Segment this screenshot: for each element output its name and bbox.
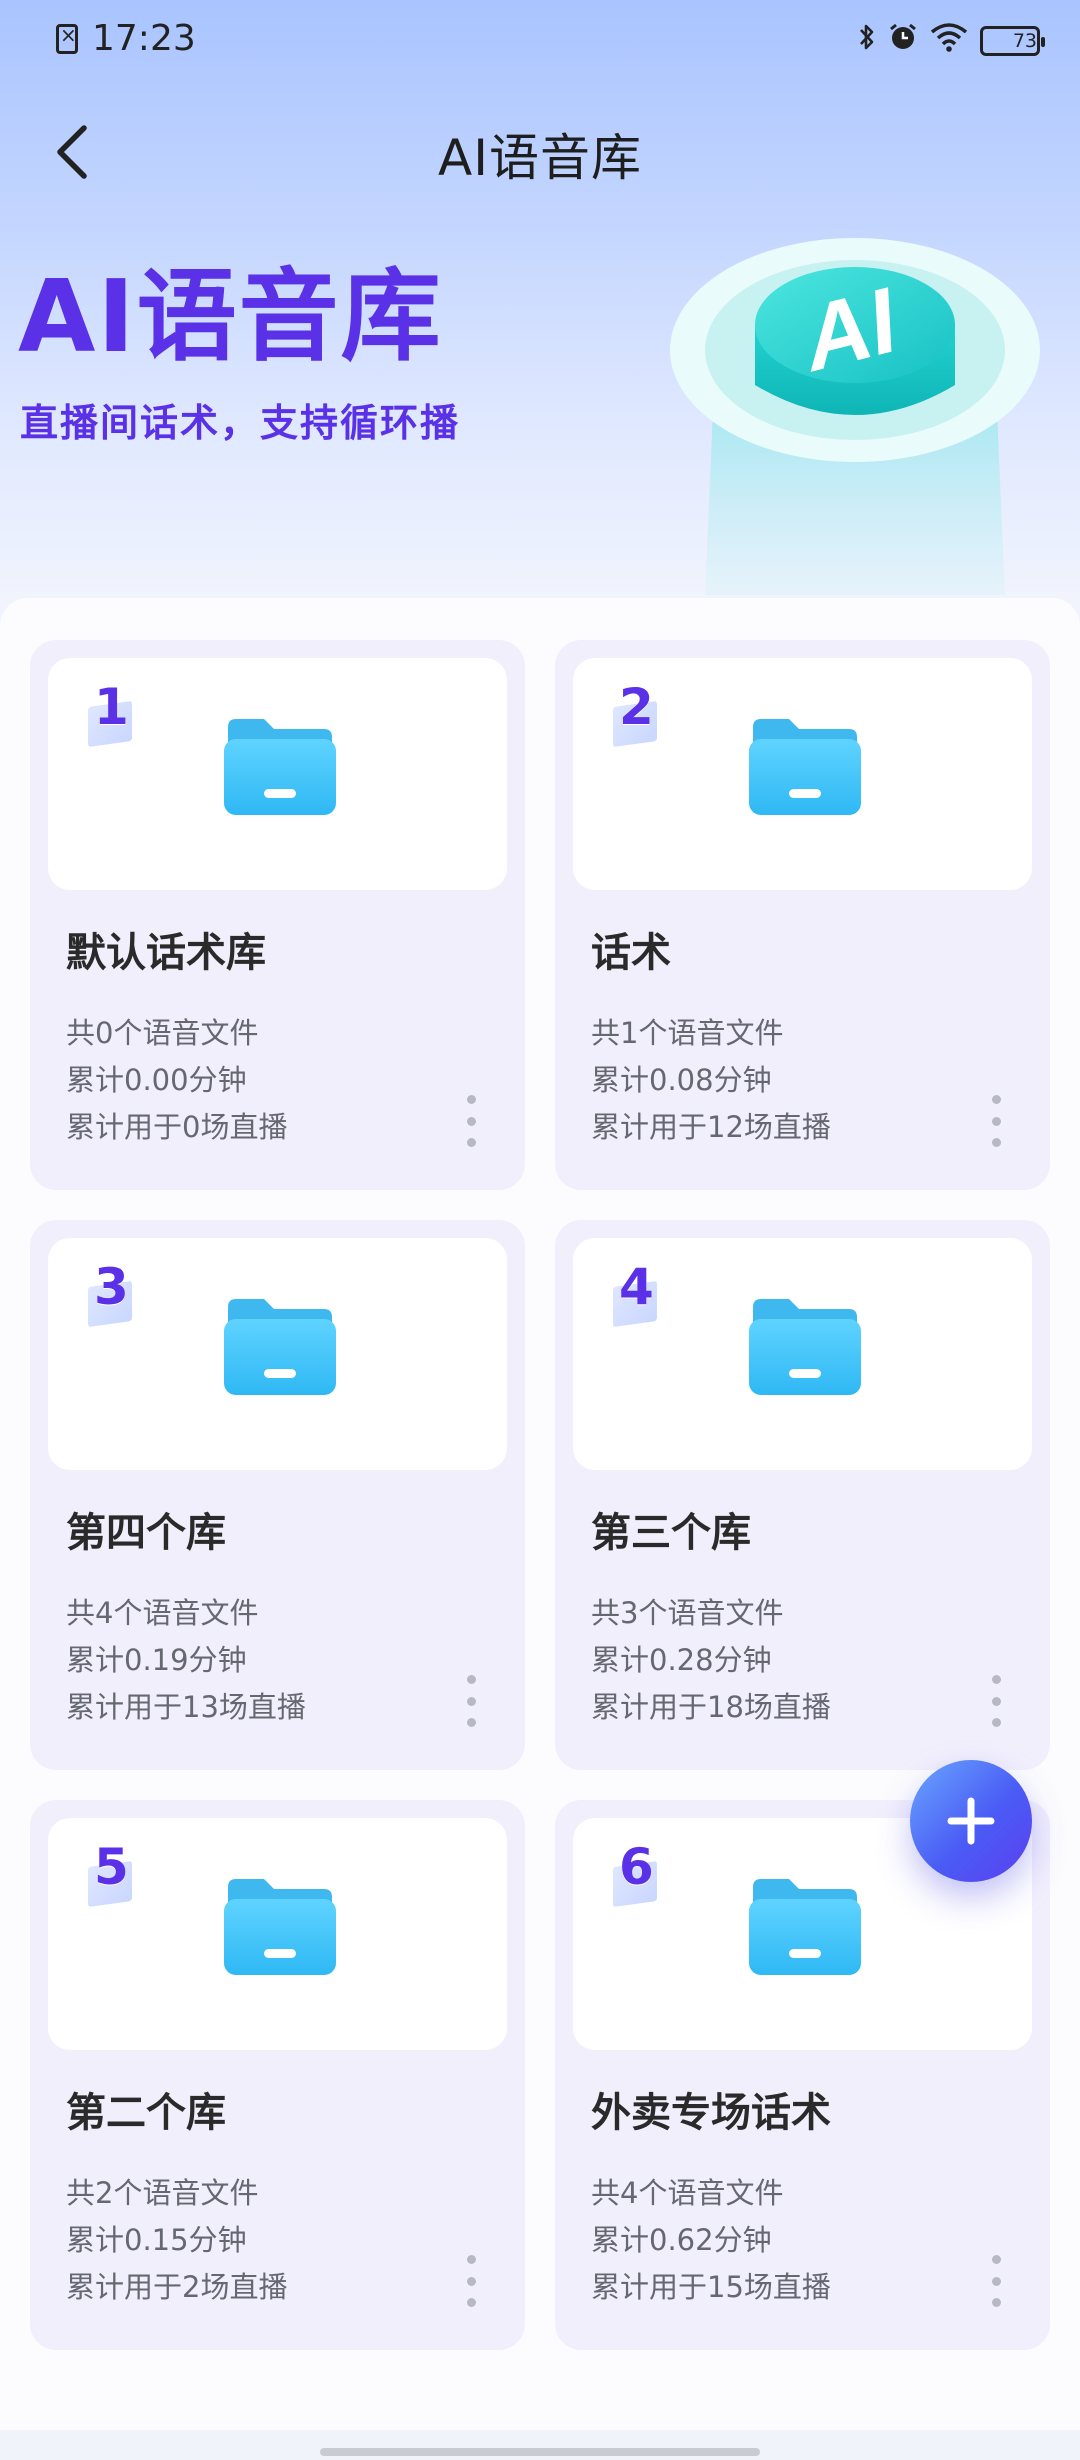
more-options-icon[interactable]	[461, 2255, 481, 2307]
file-count: 共4个语音文件	[591, 2176, 784, 2210]
library-card[interactable]: 2 话术 共1个语音文件 累计0.08分钟 累计用于12场直播	[555, 640, 1050, 1190]
total-duration: 累计0.15分钟	[66, 2223, 247, 2257]
folder-icon	[224, 1879, 336, 1975]
file-count: 共1个语音文件	[591, 1016, 784, 1050]
card-number-tag: 2	[613, 670, 657, 748]
card-thumbnail: 5	[48, 1818, 507, 2050]
library-card[interactable]: 4 第三个库 共3个语音文件 累计0.28分钟 累计用于18场直播	[555, 1220, 1050, 1770]
card-number-tag: 4	[613, 1250, 657, 1328]
bluetooth-icon	[858, 22, 876, 60]
more-options-icon[interactable]	[461, 1675, 481, 1727]
usage-count: 累计用于0场直播	[66, 1110, 288, 1144]
folder-icon	[224, 719, 336, 815]
total-duration: 累计0.19分钟	[66, 1643, 247, 1677]
battery-level: 73	[1012, 30, 1037, 52]
card-number: 1	[94, 678, 129, 736]
status-left: 17:23	[56, 18, 196, 59]
folder-icon	[749, 719, 861, 815]
card-number-tag: 1	[88, 670, 132, 748]
library-name: 外卖专场话术	[591, 2090, 831, 2136]
total-duration: 累计0.28分钟	[591, 1643, 772, 1677]
library-name: 话术	[591, 930, 671, 976]
usage-count: 累计用于15场直播	[591, 2270, 831, 2304]
card-number: 4	[619, 1258, 654, 1316]
card-number: 5	[94, 1838, 129, 1896]
status-time: 17:23	[92, 18, 196, 59]
total-duration: 累计0.08分钟	[591, 1063, 772, 1097]
card-thumbnail: 3	[48, 1238, 507, 1470]
library-card[interactable]: 6 外卖专场话术 共4个语音文件 累计0.62分钟 累计用于15场直播	[555, 1800, 1050, 2350]
total-duration: 累计0.00分钟	[66, 1063, 247, 1097]
card-number-tag: 5	[88, 1830, 132, 1908]
library-name: 默认话术库	[66, 930, 266, 976]
hero-subtitle: 直播间话术，支持循环播	[20, 401, 461, 445]
add-library-button[interactable]	[910, 1760, 1032, 1882]
ai-badge-illustration: AI	[645, 215, 1065, 595]
battery-indicator: 73	[980, 26, 1045, 56]
card-number: 2	[619, 678, 654, 736]
library-grid: 1 默认话术库 共0个语音文件 累计0.00分钟 累计用于0场直播 2 话术 共…	[30, 640, 1050, 2350]
nav-bar: AI语音库	[0, 100, 1080, 205]
more-options-icon[interactable]	[461, 1095, 481, 1147]
file-count: 共3个语音文件	[591, 1596, 784, 1630]
folder-icon	[749, 1879, 861, 1975]
folder-icon	[749, 1299, 861, 1395]
library-card[interactable]: 1 默认话术库 共0个语音文件 累计0.00分钟 累计用于0场直播	[30, 640, 525, 1190]
no-sim-icon	[56, 23, 78, 54]
status-right: 73	[858, 22, 1045, 60]
usage-count: 累计用于2场直播	[66, 2270, 288, 2304]
card-number: 6	[619, 1838, 654, 1896]
usage-count: 累计用于12场直播	[591, 1110, 831, 1144]
usage-count: 累计用于18场直播	[591, 1690, 831, 1724]
library-name: 第四个库	[66, 1510, 226, 1556]
library-card[interactable]: 5 第二个库 共2个语音文件 累计0.15分钟 累计用于2场直播	[30, 1800, 525, 2350]
library-card[interactable]: 3 第四个库 共4个语音文件 累计0.19分钟 累计用于13场直播	[30, 1220, 525, 1770]
card-number-tag: 6	[613, 1830, 657, 1908]
card-thumbnail: 1	[48, 658, 507, 890]
card-number-tag: 3	[88, 1250, 132, 1328]
wifi-icon	[930, 22, 968, 60]
alarm-icon	[888, 22, 918, 60]
hero-title: AI语音库	[18, 258, 443, 375]
file-count: 共4个语音文件	[66, 1596, 259, 1630]
home-indicator[interactable]	[320, 2448, 760, 2456]
more-options-icon[interactable]	[986, 1675, 1006, 1727]
card-thumbnail: 2	[573, 658, 1032, 890]
file-count: 共2个语音文件	[66, 2176, 259, 2210]
status-bar: 17:23 73	[0, 0, 1080, 80]
card-number: 3	[94, 1258, 129, 1316]
card-thumbnail: 4	[573, 1238, 1032, 1470]
file-count: 共0个语音文件	[66, 1016, 259, 1050]
more-options-icon[interactable]	[986, 2255, 1006, 2307]
folder-icon	[224, 1299, 336, 1395]
total-duration: 累计0.62分钟	[591, 2223, 772, 2257]
page-title: AI语音库	[438, 129, 642, 187]
library-name: 第二个库	[66, 2090, 226, 2136]
usage-count: 累计用于13场直播	[66, 1690, 306, 1724]
more-options-icon[interactable]	[986, 1095, 1006, 1147]
plus-icon	[947, 1797, 995, 1845]
library-panel: 1 默认话术库 共0个语音文件 累计0.00分钟 累计用于0场直播 2 话术 共…	[0, 598, 1080, 2430]
library-name: 第三个库	[591, 1510, 751, 1556]
